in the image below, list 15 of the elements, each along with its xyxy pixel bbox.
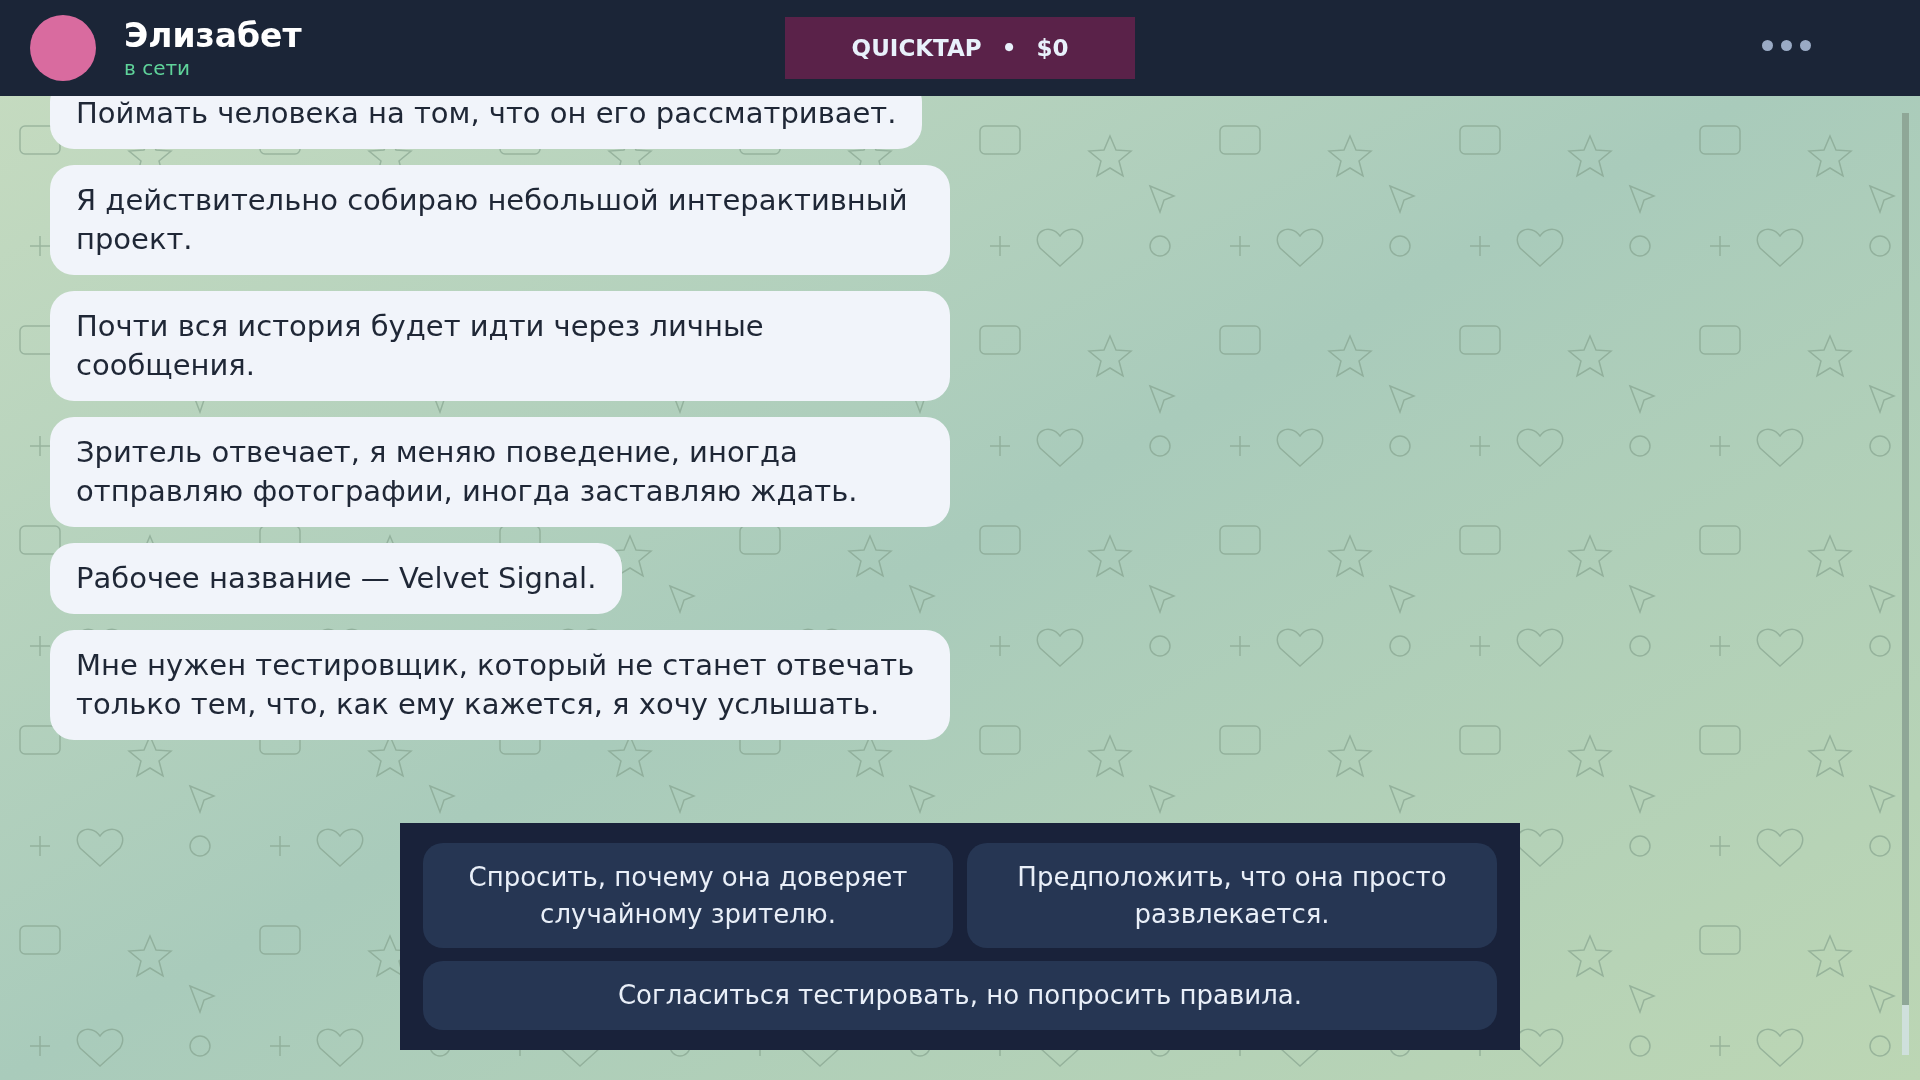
separator-dot: • xyxy=(1001,33,1017,63)
choice-button[interactable]: Согласиться тестировать, но попросить правила. xyxy=(423,961,1497,1030)
contact-status: в сети xyxy=(124,56,192,80)
message-bubble: Я действительно собираю небольшой интерактивный проект. xyxy=(50,165,950,275)
balance-label: $0 xyxy=(1036,33,1069,63)
choice-button[interactable]: Предположить, что она просто развлекается. xyxy=(967,843,1497,948)
more-menu-icon[interactable] xyxy=(1762,40,1811,51)
contact-name: Элизабет xyxy=(124,16,302,56)
message-bubble: Мне нужен тестировщик, который не станет отвечать только тем, что, как ему кажется, я хочу услышать. xyxy=(50,630,950,740)
message-bubble: Поймать человека на том, что он его рассматривает. xyxy=(50,96,923,149)
message-bubble: Рабочее название — Velvet Signal. xyxy=(50,543,623,614)
choice-button[interactable]: Спросить, почему она доверяет случайному зрителю. xyxy=(423,843,953,948)
brand-label: QUICKTAP xyxy=(851,33,982,63)
message-bubble: Почти вся история будет идти через личные сообщения. xyxy=(50,291,950,401)
message-bubble: Зритель отвечает, я меняю поведение, иногда отправляю фотографии, иногда заставляю ждать. xyxy=(50,417,950,527)
